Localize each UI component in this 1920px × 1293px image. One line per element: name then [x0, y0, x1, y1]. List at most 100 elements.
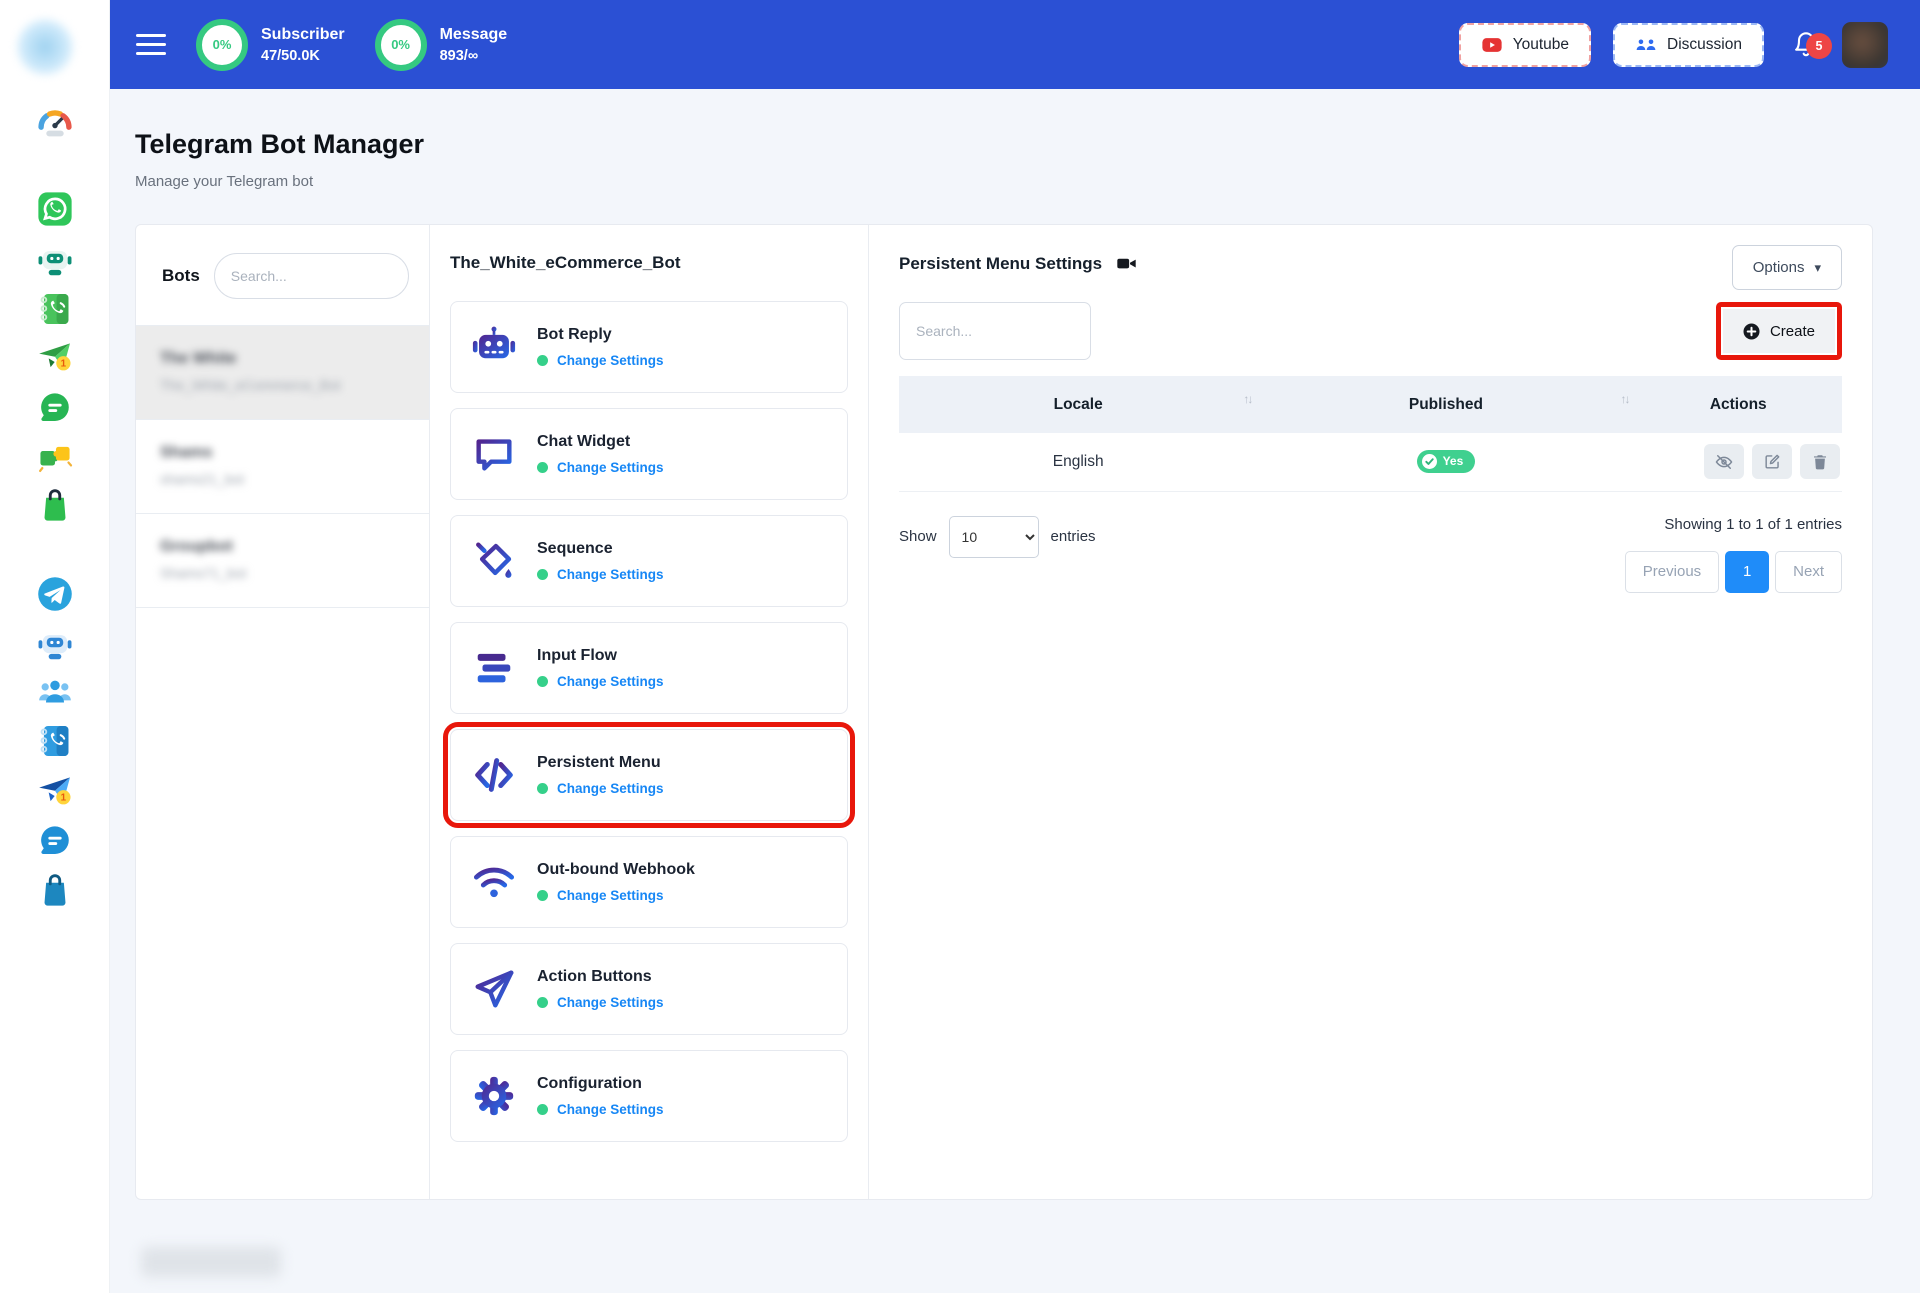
selected-bot-name: The_White_eCommerce_Bot: [450, 253, 681, 272]
check-circle-icon: [1421, 453, 1437, 469]
whatsapp-icon[interactable]: [34, 188, 76, 230]
caret-down-icon: ▾: [1814, 259, 1821, 275]
main-content: Telegram Bot Manager Manage your Telegra…: [110, 89, 1920, 1293]
user-avatar[interactable]: [1842, 21, 1888, 68]
menu-search-input[interactable]: [899, 302, 1091, 360]
whatsapp-contacts-icon[interactable]: [34, 288, 76, 330]
current-page-button[interactable]: 1: [1725, 550, 1770, 593]
plus-circle-icon: [1743, 323, 1760, 340]
bot-list-item-selected[interactable]: The White The_White_eCommerce_Bot: [136, 325, 429, 419]
hide-row-button[interactable]: [1704, 444, 1744, 480]
card-sequence[interactable]: Sequence Change Settings: [450, 515, 848, 607]
card-chat-widget[interactable]: Chat Widget Change Settings: [450, 408, 848, 500]
bot-username: shams21_bot: [160, 471, 245, 487]
card-configuration[interactable]: Configuration Change Settings: [450, 1050, 848, 1142]
change-settings-link[interactable]: Change Settings: [557, 781, 664, 796]
previous-page-button[interactable]: Previous: [1624, 550, 1720, 593]
telegram-icon[interactable]: [34, 573, 76, 615]
change-settings-link[interactable]: Change Settings: [557, 995, 664, 1010]
hamburger-menu-icon[interactable]: [136, 28, 166, 61]
change-settings-link[interactable]: Change Settings: [557, 674, 664, 689]
discussion-button[interactable]: Discussion: [1613, 22, 1764, 67]
discussion-icon: [1635, 34, 1657, 56]
card-persistent-menu[interactable]: Persistent Menu Change Settings: [443, 722, 855, 828]
edit-row-button[interactable]: [1752, 444, 1792, 480]
whatsapp-shop-icon[interactable]: [34, 485, 76, 527]
whatsapp-bot-icon[interactable]: [34, 240, 76, 282]
svg-text:1: 1: [61, 359, 67, 370]
bot-list-item[interactable]: Groupbot Shams71_bot: [136, 513, 429, 608]
column-header-actions: Actions: [1634, 376, 1842, 433]
card-label: Persistent Menu: [537, 754, 661, 771]
persistent-menu-icon: [475, 758, 513, 792]
bot-list-item[interactable]: Shams shams21_bot: [136, 419, 429, 513]
subscriber-stat: 0% Subscriber 47/50.0K: [196, 18, 345, 71]
webhook-icon: [473, 867, 515, 898]
status-dot: [537, 462, 548, 473]
locales-table: Locale ↑↓ Published ↑↓ Actions English Y…: [899, 376, 1842, 492]
app-sidebar: 1 1: [0, 0, 110, 1293]
telegram-contacts-icon[interactable]: [34, 720, 76, 762]
column-header-locale[interactable]: Locale ↑↓: [899, 376, 1258, 433]
next-page-button[interactable]: Next: [1775, 550, 1842, 593]
pagination: Previous 1 Next: [1624, 550, 1842, 593]
input-flow-icon: [477, 653, 511, 683]
sort-icon[interactable]: ↑↓: [1621, 392, 1631, 406]
telegram-broadcast-icon[interactable]: 1: [34, 769, 76, 811]
telegram-groups-icon[interactable]: [34, 671, 76, 713]
card-label: Configuration: [537, 1075, 642, 1092]
locale-cell: English: [899, 433, 1258, 492]
telegram-shop-icon[interactable]: [34, 870, 76, 912]
change-settings-link[interactable]: Change Settings: [557, 1102, 664, 1117]
persistent-menu-title: Persistent Menu Settings: [899, 253, 1103, 273]
integrations-icon[interactable]: [34, 436, 76, 478]
persistent-menu-column: Persistent Menu Settings Options ▾ Creat…: [869, 225, 1872, 1199]
published-cell: Yes: [1257, 433, 1635, 492]
telegram-bot-icon[interactable]: [34, 624, 76, 666]
bot-username: Shams71_bot: [160, 565, 247, 581]
page-size-select[interactable]: 10: [948, 515, 1039, 558]
subscriber-label: Subscriber: [261, 25, 345, 43]
youtube-icon: [1481, 34, 1503, 56]
column-header-published[interactable]: Published ↑↓: [1257, 376, 1635, 433]
entries-label: entries: [1050, 528, 1096, 545]
change-settings-link[interactable]: Change Settings: [557, 567, 664, 582]
change-settings-link[interactable]: Change Settings: [557, 460, 664, 475]
change-settings-link[interactable]: Change Settings: [557, 353, 664, 368]
page-subtitle: Manage your Telegram bot: [135, 173, 314, 190]
change-settings-link[interactable]: Change Settings: [557, 888, 664, 903]
whatsapp-chat-icon[interactable]: [34, 387, 76, 429]
youtube-button[interactable]: Youtube: [1458, 22, 1592, 67]
card-label: Input Flow: [537, 647, 617, 664]
card-label: Sequence: [537, 540, 613, 557]
status-dot: [537, 997, 548, 1008]
notifications-button[interactable]: 5: [1792, 31, 1832, 59]
bots-column: Bots The White The_White_eCommerce_Bot S…: [136, 225, 429, 1199]
whatsapp-broadcast-icon[interactable]: 1: [34, 335, 76, 377]
sort-icon[interactable]: ↑↓: [1243, 392, 1253, 406]
app-logo[interactable]: [16, 18, 74, 76]
delete-row-button[interactable]: [1800, 444, 1840, 480]
options-button[interactable]: Options ▾: [1731, 245, 1842, 290]
create-button[interactable]: Create: [1722, 309, 1835, 353]
bot-settings-column: The_White_eCommerce_Bot Bot Reply Change…: [429, 225, 869, 1199]
telegram-chat-icon[interactable]: [34, 820, 76, 862]
status-dot: [537, 569, 548, 580]
card-action-buttons[interactable]: Action Buttons Change Settings: [450, 943, 848, 1035]
card-outbound-webhook[interactable]: Out-bound Webhook Change Settings: [450, 836, 848, 928]
video-tutorial-icon[interactable]: [1116, 253, 1137, 274]
message-stat: 0% Message 893/∞: [374, 18, 507, 71]
card-bot-reply[interactable]: Bot Reply Change Settings: [450, 301, 848, 393]
status-dot: [537, 1104, 548, 1115]
bot-name: The White: [160, 350, 237, 367]
page-title: Telegram Bot Manager: [135, 129, 425, 159]
dashboard-icon[interactable]: [34, 103, 76, 145]
bots-search-input[interactable]: [213, 253, 409, 299]
card-label: Action Buttons: [537, 968, 652, 985]
top-bar: 0% Subscriber 47/50.0K 0% Message 893/∞ …: [110, 0, 1920, 89]
chat-widget-icon: [476, 439, 512, 471]
configuration-icon: [474, 1076, 514, 1116]
card-input-flow[interactable]: Input Flow Change Settings: [450, 622, 848, 714]
discussion-button-label: Discussion: [1667, 35, 1742, 53]
status-dot: [537, 355, 548, 366]
